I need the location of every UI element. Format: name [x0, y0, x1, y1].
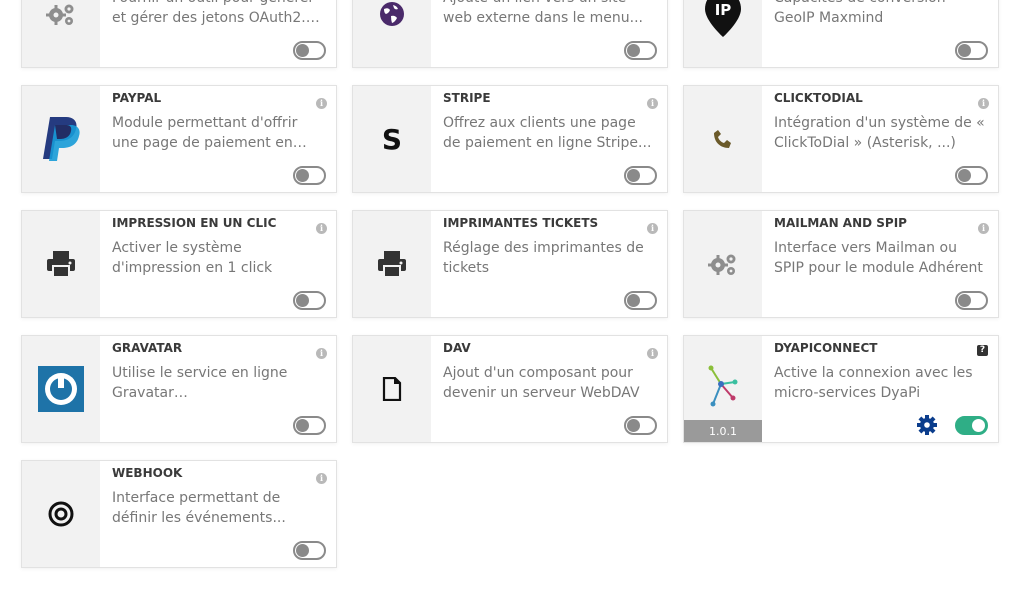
module-description: Ajout d'un composant pour devenir un ser…	[443, 365, 640, 401]
module-card-paypal: PAYPAL i Module permettant d'offrir une …	[21, 85, 337, 193]
module-toggle[interactable]	[624, 166, 657, 185]
module-card: Fournir un outil pour générer et gérer d…	[21, 0, 337, 68]
module-description: Interface permettant de définir les évén…	[112, 490, 286, 526]
module-description: Capacités de conversion GeoIP Maxmind	[774, 0, 946, 26]
module-toggle[interactable]	[293, 541, 326, 560]
info-icon[interactable]: i	[316, 223, 327, 234]
module-title: STRIPE	[443, 91, 491, 105]
module-icon-box: IP	[684, 0, 762, 67]
svg-text:IP: IP	[715, 1, 732, 19]
ip-pin-icon: IP	[705, 0, 741, 37]
module-description: Interface vers Mailman ou SPIP pour le m…	[774, 240, 983, 276]
info-icon[interactable]: i	[316, 348, 327, 359]
module-card-imprimantes: IMPRIMANTES TICKETS i Réglage des imprim…	[352, 210, 668, 318]
module-icon-box	[22, 336, 100, 442]
gravatar-icon	[38, 366, 84, 412]
module-toggle[interactable]	[955, 291, 988, 310]
module-description: Réglage des imprimantes de tickets	[443, 240, 644, 276]
module-toggle[interactable]	[293, 416, 326, 435]
module-title: DAV	[443, 341, 471, 355]
module-description: Offrez aux clients une page de paiement …	[443, 115, 652, 151]
module-icon-box	[353, 0, 431, 67]
version-badge: 1.0.1	[684, 420, 762, 442]
module-card-impression: IMPRESSION EN UN CLIC i Activer le systè…	[21, 210, 337, 318]
gears-icon	[46, 4, 74, 25]
info-icon[interactable]: i	[978, 98, 989, 109]
module-icon-box	[22, 86, 100, 192]
module-icon-box	[684, 211, 762, 317]
module-description: Intégration d'un système de « ClickToDia…	[774, 115, 985, 151]
module-toggle[interactable]	[293, 41, 326, 60]
module-card-stripe: S STRIPE i Offrez aux clients une page d…	[352, 85, 668, 193]
module-icon-box	[353, 336, 431, 442]
module-toggle[interactable]	[293, 166, 326, 185]
module-toggle[interactable]	[293, 291, 326, 310]
stripe-icon: S	[382, 125, 402, 153]
info-icon[interactable]: i	[647, 223, 658, 234]
module-title: GRAVATAR	[112, 341, 183, 355]
file-icon	[382, 377, 402, 401]
settings-gear-icon[interactable]	[916, 414, 938, 436]
module-icon-box	[22, 0, 100, 67]
module-card: Ajoute un lien vers un site web externe …	[352, 0, 668, 68]
module-description: Ajoute un lien vers un site web externe …	[443, 0, 643, 26]
phone-icon	[714, 130, 731, 148]
module-toggle[interactable]	[624, 291, 657, 310]
info-icon[interactable]: i	[647, 98, 658, 109]
help-icon[interactable]: ?	[977, 345, 988, 356]
module-card-gravatar: GRAVATAR i Utilise le service en ligne G…	[21, 335, 337, 443]
module-card-dyapiconnect: 1.0.1 DYAPICONNECT ? Active la connexion…	[683, 335, 999, 443]
printer-icon	[378, 251, 406, 278]
module-icon-box	[22, 461, 100, 567]
info-icon[interactable]: i	[316, 98, 327, 109]
module-toggle[interactable]	[624, 416, 657, 435]
printer-icon	[47, 251, 75, 278]
module-card: IP Capacités de conversion GeoIP Maxmind	[683, 0, 999, 68]
info-icon[interactable]: i	[978, 223, 989, 234]
module-title: CLICKTODIAL	[774, 91, 863, 105]
target-icon	[48, 501, 74, 527]
module-toggle[interactable]	[955, 166, 988, 185]
module-description: Fournir un outil pour générer et gérer d…	[112, 0, 314, 26]
module-title: WEBHOOK	[112, 466, 183, 480]
module-description: Activer le système d'impression en 1 cli…	[112, 240, 273, 276]
module-icon-box: S	[353, 86, 431, 192]
module-toggle[interactable]	[955, 416, 988, 435]
module-card-mailman: MAILMAN AND SPIP i Interface vers Mailma…	[683, 210, 999, 318]
dyapi-icon	[708, 365, 738, 407]
module-card-dav: DAV i Ajout d'un composant pour devenir …	[352, 335, 668, 443]
module-title: IMPRIMANTES TICKETS	[443, 216, 599, 230]
svg-text:S: S	[382, 125, 402, 153]
module-description: Active la connexion avec les micro-servi…	[774, 365, 973, 401]
module-toggle[interactable]	[955, 41, 988, 60]
module-title: IMPRESSION EN UN CLIC	[112, 216, 277, 230]
module-toggle[interactable]	[624, 41, 657, 60]
globe-icon	[380, 2, 404, 26]
module-card-webhook: WEBHOOK i Interface permettant de défini…	[21, 460, 337, 568]
info-icon[interactable]: i	[316, 473, 327, 484]
module-description: Module permettant d'offrir une page de p…	[112, 115, 298, 151]
module-icon-box	[684, 86, 762, 192]
module-icon-box	[353, 211, 431, 317]
info-icon[interactable]: i	[647, 348, 658, 359]
module-title: MAILMAN AND SPIP	[774, 216, 907, 230]
module-card-clicktodial: CLICKTODIAL i Intégration d'un système d…	[683, 85, 999, 193]
paypal-icon	[43, 117, 80, 161]
module-title: DYAPICONNECT	[774, 341, 878, 355]
module-description: Utilise le service en ligne Gravatar (ww…	[112, 365, 288, 401]
module-title: PAYPAL	[112, 91, 162, 105]
module-icon-box	[22, 211, 100, 317]
gears-icon	[708, 254, 736, 275]
